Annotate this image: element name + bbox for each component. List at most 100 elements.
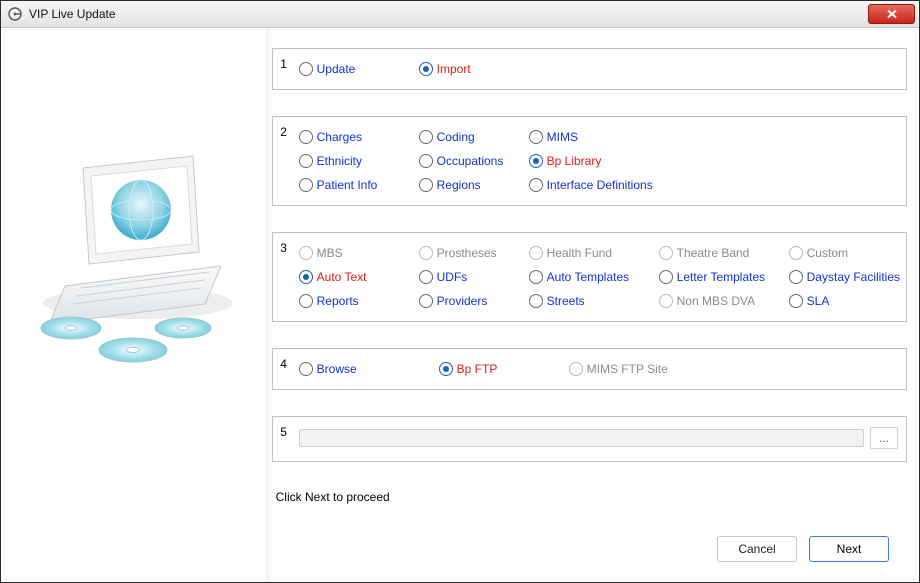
radio-icon [439, 362, 453, 376]
step-3-option-udfs[interactable]: UDFs [419, 270, 529, 284]
step-3-option-auto-text[interactable]: Auto Text [299, 270, 419, 284]
step-3-option-letter-templates[interactable]: Letter Templates [659, 270, 789, 284]
step-3-option-auto-templates[interactable]: Auto Templates [529, 270, 659, 284]
step-4-option-mims-ftp: MIMS FTP Site [569, 362, 900, 376]
radio-label: Browse [317, 362, 357, 376]
radio-label: Patient Info [317, 178, 378, 192]
radio-label: Auto Templates [547, 270, 630, 284]
app-icon [7, 6, 23, 22]
radio-label: Bp FTP [457, 362, 498, 376]
radio-icon [789, 246, 803, 260]
step-3-option-theatre-band: Theatre Band [659, 246, 789, 260]
radio-icon [529, 246, 543, 260]
step-2-option-regions[interactable]: Regions [419, 178, 529, 192]
step-3-option-providers[interactable]: Providers [419, 294, 529, 308]
radio-icon [659, 246, 673, 260]
radio-icon [299, 246, 313, 260]
close-button[interactable] [868, 4, 915, 24]
step-3-option-reports[interactable]: Reports [299, 294, 419, 308]
radio-icon [299, 178, 313, 192]
cancel-button[interactable]: Cancel [717, 536, 797, 562]
radio-label: SLA [807, 294, 830, 308]
radio-label: MIMS FTP Site [587, 362, 668, 376]
step-3-group: 3 MBSProsthesesHealth FundTheatre BandCu… [272, 232, 907, 322]
radio-icon [419, 154, 433, 168]
radio-icon [659, 294, 673, 308]
step-2-option-occupations[interactable]: Occupations [419, 154, 529, 168]
radio-icon [299, 154, 313, 168]
radio-icon [529, 178, 543, 192]
step-2-option-charges[interactable]: Charges [299, 130, 419, 144]
radio-icon [419, 130, 433, 144]
step-2-option-mims[interactable]: MIMS [529, 130, 900, 144]
step-2-option-bp-library[interactable]: Bp Library [529, 154, 900, 168]
radio-label: Occupations [437, 154, 504, 168]
radio-icon [299, 270, 313, 284]
step-3-option-daystay-facilities[interactable]: Daystay Facilities [789, 270, 900, 284]
radio-icon [299, 62, 313, 76]
radio-icon [529, 130, 543, 144]
radio-label: Coding [437, 130, 475, 144]
radio-label: Prostheses [437, 246, 497, 260]
step-5-group: 5 ... [272, 416, 907, 462]
radio-label: Custom [807, 246, 848, 260]
radio-label: Daystay Facilities [807, 270, 900, 284]
radio-label: Bp Library [547, 154, 602, 168]
step-3-option-health-fund: Health Fund [529, 246, 659, 260]
browse-for-path-button[interactable]: ... [870, 427, 898, 449]
step-2-option-interface-definitions[interactable]: Interface Definitions [529, 178, 900, 192]
instruction-text: Click Next to proceed [276, 490, 907, 504]
window-title: VIP Live Update [29, 7, 116, 21]
radio-label: Regions [437, 178, 481, 192]
step-4-number: 4 [272, 349, 295, 389]
radio-icon [419, 270, 433, 284]
step-5-number: 5 [272, 417, 295, 461]
step-4-option-browse[interactable]: Browse [299, 362, 439, 376]
radio-label: MBS [317, 246, 343, 260]
vip-live-update-window: VIP Live Update [0, 0, 920, 583]
radio-label: Letter Templates [677, 270, 766, 284]
radio-label: Import [437, 62, 471, 76]
radio-label: Auto Text [317, 270, 367, 284]
radio-label: Providers [437, 294, 488, 308]
radio-icon [299, 130, 313, 144]
step-1-option-update[interactable]: Update [299, 62, 419, 76]
radio-label: Update [317, 62, 356, 76]
step-3-option-sla[interactable]: SLA [789, 294, 900, 308]
laptop-discs-icon [23, 128, 243, 368]
wizard-footer: Cancel Next [272, 526, 907, 574]
radio-label: Theatre Band [677, 246, 750, 260]
import-path-input[interactable] [299, 429, 864, 447]
step-3-option-custom: Custom [789, 246, 900, 260]
step-4-group: 4 Browse Bp FTP MIMS FTP Site [272, 348, 907, 390]
step-3-option-prostheses: Prostheses [419, 246, 529, 260]
step-2-group: 2 Charges Coding MIMS Ethnicity Occupations B… [272, 116, 907, 206]
step-3-option-mbs: MBS [299, 246, 419, 260]
radio-icon [419, 178, 433, 192]
step-2-option-patient-info[interactable]: Patient Info [299, 178, 419, 192]
radio-icon [529, 154, 543, 168]
step-3-option-non-mbs-dva: Non MBS DVA [659, 294, 789, 308]
titlebar: VIP Live Update [1, 1, 919, 28]
step-4-option-bp-ftp[interactable]: Bp FTP [439, 362, 569, 376]
radio-label: MIMS [547, 130, 578, 144]
step-3-option-streets[interactable]: Streets [529, 294, 659, 308]
radio-icon [789, 270, 803, 284]
radio-label: Reports [317, 294, 359, 308]
radio-label: Non MBS DVA [677, 294, 755, 308]
radio-label: Charges [317, 130, 362, 144]
radio-icon [569, 362, 583, 376]
radio-label: Streets [547, 294, 585, 308]
step-2-option-coding[interactable]: Coding [419, 130, 529, 144]
step-2-option-ethnicity[interactable]: Ethnicity [299, 154, 419, 168]
step-2-number: 2 [272, 117, 295, 205]
next-button[interactable]: Next [809, 536, 889, 562]
radio-icon [419, 294, 433, 308]
radio-label: Health Fund [547, 246, 612, 260]
radio-icon [789, 294, 803, 308]
radio-icon [659, 270, 673, 284]
step-1-option-import[interactable]: Import [419, 62, 900, 76]
radio-label: UDFs [437, 270, 468, 284]
radio-icon [529, 270, 543, 284]
radio-icon [419, 62, 433, 76]
